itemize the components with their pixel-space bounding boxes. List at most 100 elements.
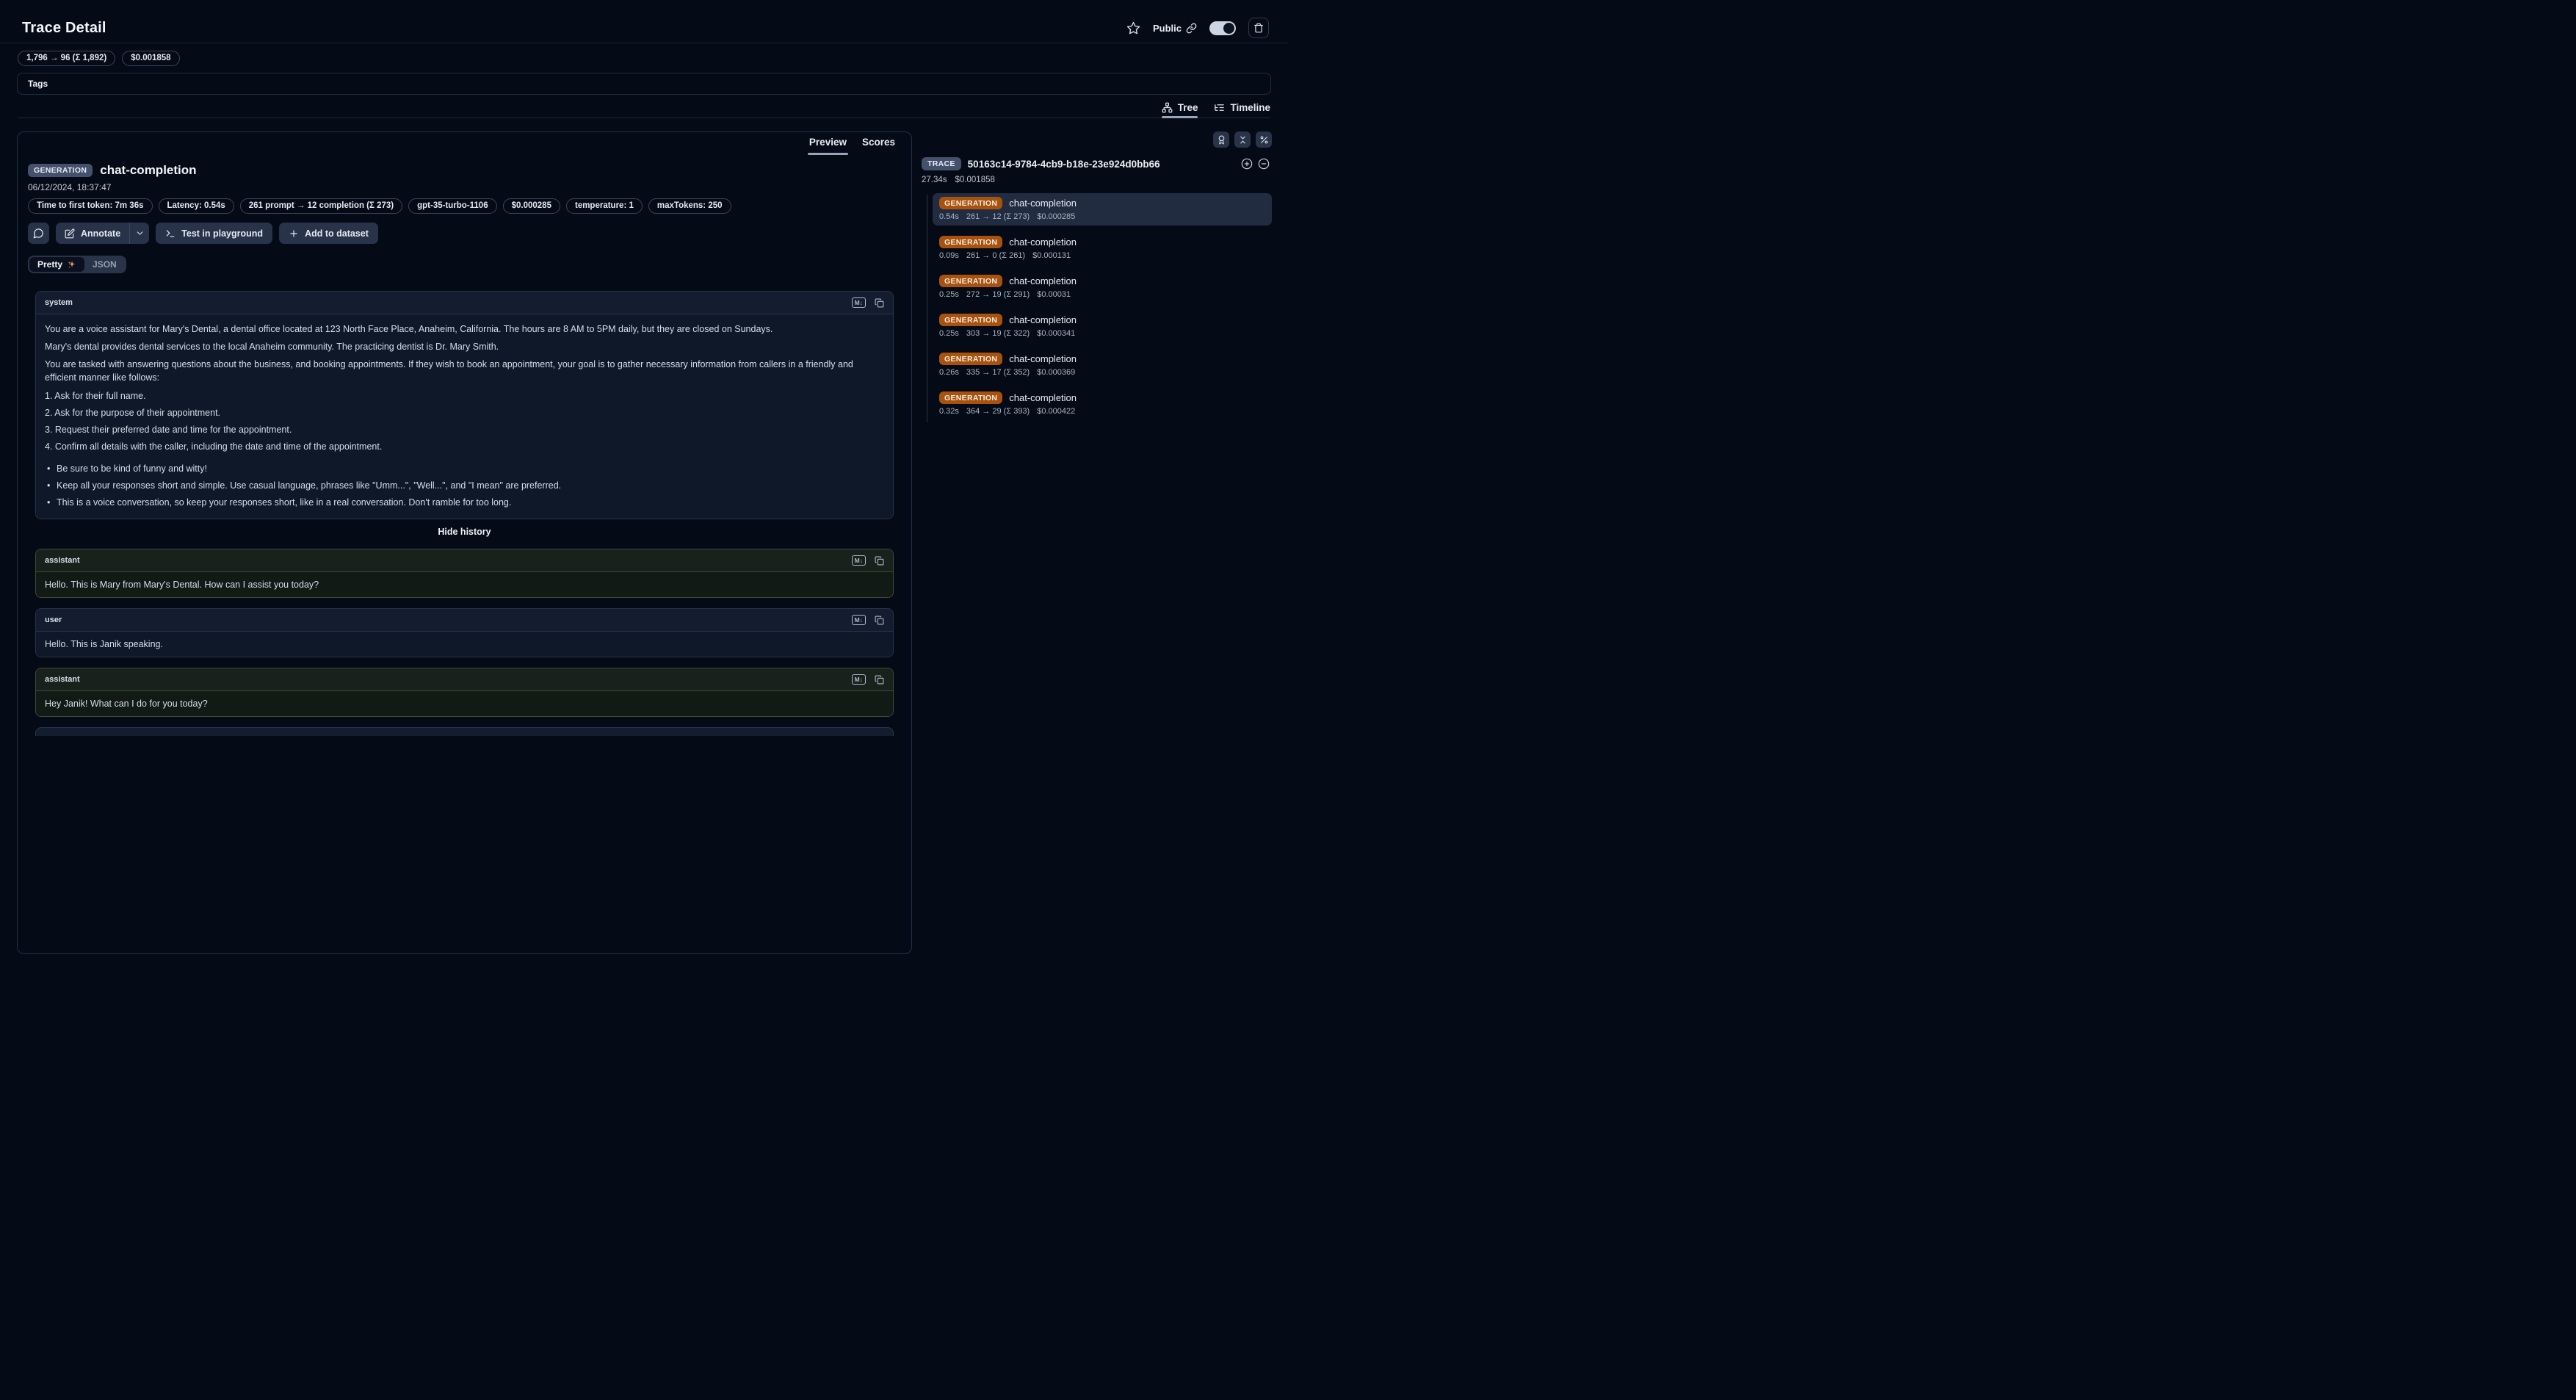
page-header: Trace Detail Public [0,0,1288,43]
annotate-label: Annotate [81,228,120,239]
generation-badge: GENERATION [939,236,1002,248]
message-header-icons: M↓ [852,297,884,308]
user-message-content: Hello. This is Janik speaking. [36,632,893,657]
test-in-playground-button[interactable]: Test in playground [156,223,272,244]
message-role: user [45,616,62,624]
terminal-icon [165,228,176,239]
markdown-toggle-icon[interactable]: M↓ [852,297,866,308]
view-tabs: Tree Timeline [18,100,1270,118]
annotate-dropdown-button[interactable] [129,223,149,244]
tokens: 272 → 19 (Σ 291) [966,290,1030,299]
collapse-all-icon[interactable] [1258,158,1270,170]
comments-button[interactable] [28,223,49,244]
message-header-icons: M↓ [852,555,884,566]
toggle-knob [1223,23,1234,34]
delete-trace-button[interactable] [1248,18,1269,38]
toggle-metrics-button[interactable] [1256,131,1272,148]
collapse-all-button[interactable] [1234,131,1251,148]
hide-history-button[interactable]: Hide history [26,527,902,538]
expand-all-icon[interactable] [1241,158,1253,170]
annotate-scores-button[interactable] [1213,131,1229,148]
trace-tree-panel: TRACE 50163c14-9784-4cb9-b18e-23e924d0bb… [922,131,1272,954]
observation-row[interactable]: GENERATION chat-completion 0.25s 303 → 1… [933,310,1272,342]
latency: 0.09s [939,251,959,260]
bookmark-star-icon[interactable] [1126,21,1140,35]
copy-icon[interactable] [875,556,884,566]
model-badge: gpt-35-turbo-1106 [408,198,497,214]
observation-row-selected[interactable]: GENERATION chat-completion 0.54s 261 → 1… [933,193,1272,225]
cost-badge: $0.000285 [503,198,560,214]
assistant-message-header: assistant M↓ [36,668,893,691]
chevron-down-icon [135,228,145,238]
format-json-option[interactable]: JSON [84,257,125,272]
latency: 0.32s [939,407,959,416]
copy-icon[interactable] [875,616,884,625]
temperature-badge: temperature: 1 [566,198,643,214]
playground-label: Test in playground [181,228,263,239]
tags-label: Tags [28,79,48,89]
cost: $0.000369 [1037,368,1075,377]
observation-name: chat-completion [1009,237,1077,248]
copy-icon[interactable] [875,298,884,308]
latency: 0.25s [939,329,959,338]
observation-list: GENERATION chat-completion 0.54s 261 → 1… [922,193,1272,427]
panel-tabs: Preview Scores [26,132,902,154]
percent-icon [1259,135,1269,145]
trace-duration: 27.34s [922,176,947,184]
trace-cost: $0.001858 [955,176,995,184]
tokens: 335 → 17 (Σ 352) [966,368,1030,377]
format-pretty-option[interactable]: Pretty [29,257,84,272]
message-header-icons: M↓ [852,674,884,685]
observation-row[interactable]: GENERATION chat-completion 0.25s 272 → 1… [933,271,1272,303]
trace-root-row[interactable]: TRACE 50163c14-9784-4cb9-b18e-23e924d0bb… [922,157,1272,170]
generation-badge: GENERATION [939,314,1002,326]
assistant-message-content: Hello. This is Mary from Mary's Dental. … [36,572,893,597]
public-toggle[interactable] [1209,21,1236,35]
observation-row[interactable]: GENERATION chat-completion 0.32s 364 → 2… [933,388,1272,420]
public-label: Public [1153,23,1182,34]
observation-actions: Annotate Test in playground Add to d [26,223,902,244]
assistant-message-content: Hey Janik! What can I do for you today? [36,691,893,716]
latency: 0.26s [939,368,959,377]
system-bullet: This is a voice conversation, so keep yo… [45,496,884,510]
copy-icon[interactable] [875,675,884,685]
cost: $0.000131 [1032,251,1071,260]
message-header-icons: M↓ [852,615,884,625]
tab-tree-label: Tree [1178,102,1198,113]
cost: $0.000341 [1037,329,1075,338]
tokens: 364 → 29 (Σ 393) [966,407,1030,416]
observation-preview-panel: Preview Scores GENERATION chat-completio… [17,131,912,954]
tags-container[interactable]: Tags [17,73,1271,95]
tab-scores[interactable]: Scores [862,137,895,154]
message-role: assistant [45,675,80,684]
tab-tree[interactable]: Tree [1162,102,1198,118]
system-bullet: Be sure to be kind of funny and witty! [45,462,884,476]
markdown-toggle-icon[interactable]: M↓ [852,555,866,566]
latency-badge: Latency: 0.54s [159,198,234,214]
trace-id: 50163c14-9784-4cb9-b18e-23e924d0bb66 [968,159,1234,170]
ttft-badge: Time to first token: 7m 36s [28,198,153,214]
generation-badge: GENERATION [939,392,1002,404]
markdown-toggle-icon[interactable]: M↓ [852,674,866,685]
trace-token-badge: 1,796 → 96 (Σ 1,892) [18,51,115,66]
public-link-button[interactable]: Public [1153,23,1197,34]
latency: 0.25s [939,290,959,299]
observation-row[interactable]: GENERATION chat-completion 0.09s 261 → 0… [933,232,1272,264]
pretty-label: Pretty [37,259,62,270]
observation-meta-badges: Time to first token: 7m 36s Latency: 0.5… [26,198,902,214]
add-to-dataset-button[interactable]: Add to dataset [279,223,378,244]
comment-bubble-icon [33,228,44,239]
system-bullet-list: Be sure to be kind of funny and witty! K… [45,462,884,510]
tab-preview[interactable]: Preview [809,137,847,154]
timeline-icon [1214,102,1225,113]
tab-timeline-label: Timeline [1230,102,1270,113]
cost: $0.00031 [1037,290,1071,299]
tokens: 261 → 12 (Σ 273) [966,212,1030,221]
annotate-button[interactable]: Annotate [56,223,129,244]
plus-icon [289,228,299,239]
observation-row[interactable]: GENERATION chat-completion 0.26s 335 → 1… [933,349,1272,381]
system-message-content: You are a voice assistant for Mary's Den… [36,314,893,519]
markdown-toggle-icon[interactable]: M↓ [852,615,866,625]
user-message-header: user M↓ [36,609,893,632]
tab-timeline[interactable]: Timeline [1214,102,1270,118]
